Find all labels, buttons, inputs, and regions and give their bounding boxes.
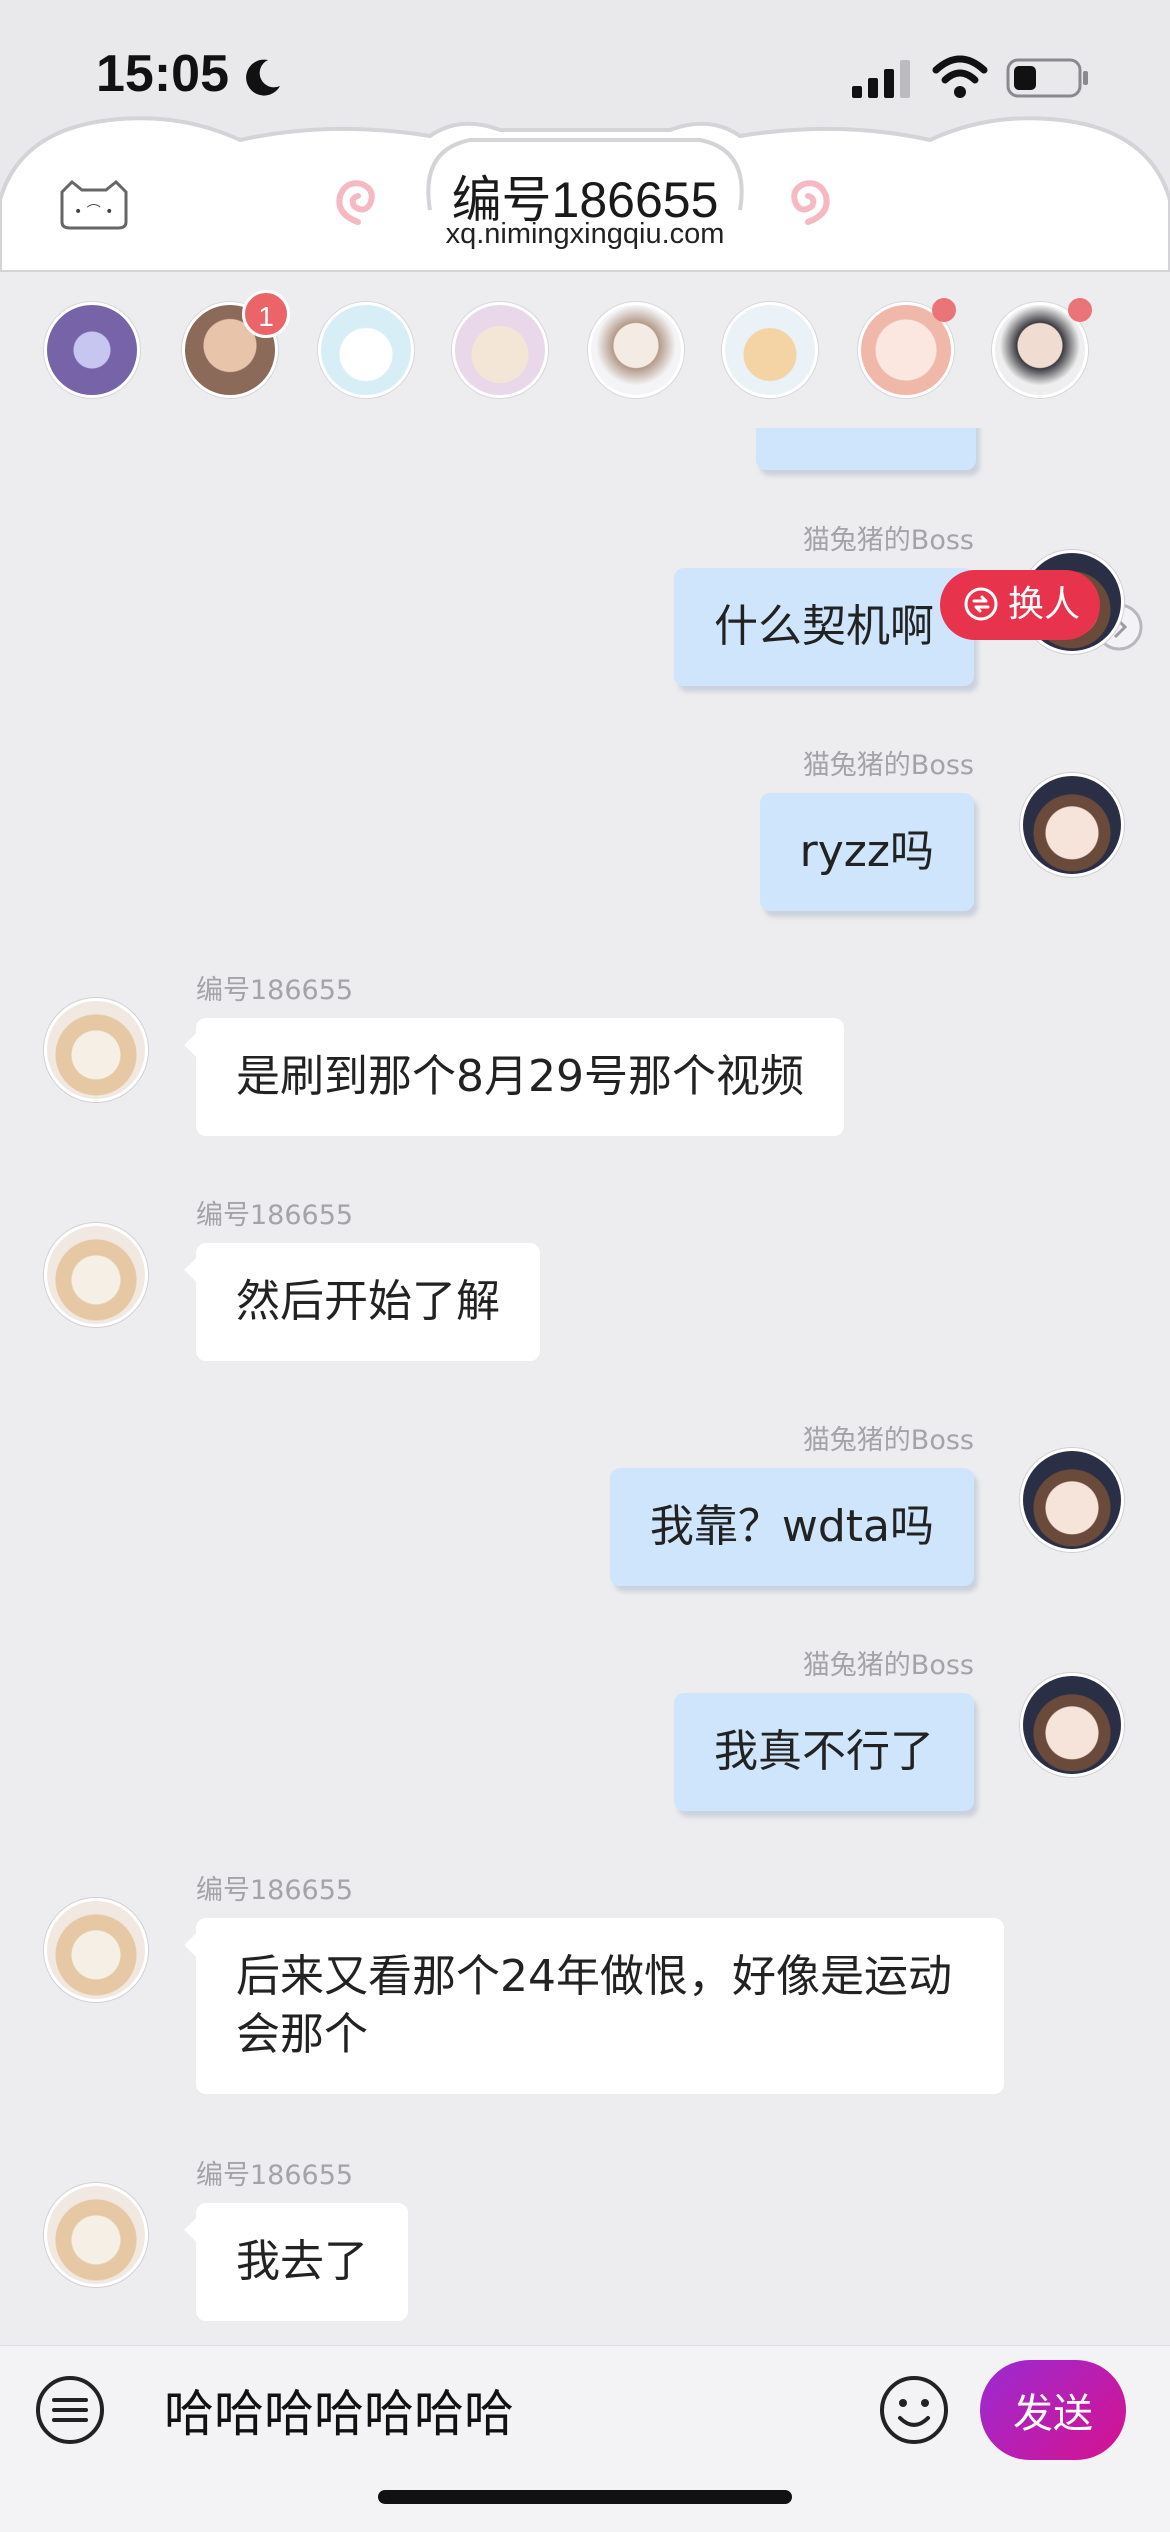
sender-name: 猫兔猪的Boss	[802, 1425, 974, 1456]
contact-avatar-cat[interactable]	[44, 1223, 148, 1327]
message-bubble-theirs[interactable]: 后来又看那个24年做恨，好像是运动会那个	[196, 1918, 1004, 2094]
battery-icon	[1006, 58, 1088, 98]
contacts-row	[0, 272, 1170, 651]
unread-dot	[932, 298, 956, 322]
message-input[interactable]	[164, 2374, 864, 2446]
home-indicator	[378, 2490, 792, 2504]
sender-name: 猫兔猪的Boss	[802, 750, 974, 781]
menu-icon[interactable]	[34, 2374, 106, 2446]
my-avatar[interactable]	[1020, 773, 1124, 877]
send-button[interactable]: 发送	[980, 2360, 1126, 2460]
sender-name: 编号186655	[196, 2160, 354, 2191]
contact-avatar-cat[interactable]	[44, 1898, 148, 2002]
contact-avatar-penguin[interactable]	[588, 302, 684, 398]
contact-avatar-cat[interactable]	[452, 302, 548, 398]
message-bubble-theirs[interactable]: 然后开始了解	[196, 1243, 540, 1361]
my-avatar[interactable]	[1020, 1448, 1124, 1552]
page-subtitle: xq.nimingxingqiu.com	[445, 218, 725, 250]
sender-name: 编号186655	[196, 1875, 354, 1906]
contact-avatar-planet[interactable]	[44, 302, 140, 398]
message-bubble-theirs[interactable]: 我去了	[196, 2203, 408, 2321]
swap-icon	[964, 587, 998, 621]
contact-avatar-pig[interactable]	[318, 302, 414, 398]
message-bubble-partial	[756, 428, 976, 470]
message-bubble-mine[interactable]: 我真不行了	[674, 1693, 974, 1811]
sender-name: 编号186655	[196, 975, 354, 1006]
message-bubble-theirs[interactable]: 是刷到那个8月29号那个视频	[196, 1018, 844, 1136]
contact-avatar-cat[interactable]	[44, 998, 148, 1102]
header: 15:05 • ⌒ • 编号186655 xq.nimingxingqiu.co…	[0, 0, 1170, 272]
my-avatar[interactable]	[1020, 1673, 1124, 1777]
message-bubble-mine[interactable]: 我靠？wdta吗	[609, 1468, 974, 1586]
emoji-icon[interactable]	[878, 2374, 950, 2446]
message-bubble-mine[interactable]: 什么契机啊	[674, 568, 974, 686]
contact-avatar-shiba[interactable]	[722, 302, 818, 398]
chat-area[interactable]: 猫兔猪的Boss 什么契机啊 猫兔猪的Boss ryzz吗 编号186655 是…	[0, 428, 1170, 2345]
unread-dot	[1068, 298, 1092, 322]
wifi-icon	[932, 55, 988, 98]
sender-name: 编号186655	[196, 1200, 354, 1231]
sender-name: 猫兔猪的Boss	[802, 1650, 974, 1681]
moon-icon	[246, 59, 280, 96]
contact-avatar-cat[interactable]	[44, 2183, 148, 2287]
cellular-signal-icon	[852, 60, 910, 98]
status-time: 15:05	[96, 45, 229, 103]
sender-name: 猫兔猪的Boss	[802, 525, 974, 556]
message-bubble-mine[interactable]: ryzz吗	[759, 793, 974, 911]
unread-count-badge: 1	[242, 290, 290, 338]
